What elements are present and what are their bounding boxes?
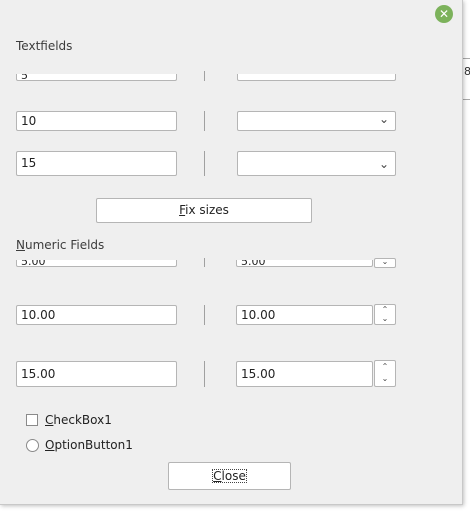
background-document-text: 8	[464, 65, 470, 78]
option-button-1[interactable]	[26, 439, 39, 452]
chevron-down-icon[interactable]: ⌄	[379, 112, 389, 128]
combo-box-1[interactable]: ⌄	[237, 74, 396, 81]
spin-up-icon[interactable]: ⌃	[375, 305, 395, 314]
spin-down-icon[interactable]: ⌄	[382, 257, 389, 266]
numeric-fields-title-rest: umeric Fields	[24, 238, 105, 252]
option-button-1-label[interactable]: OptionButton1	[45, 438, 133, 452]
close-button[interactable]: Close	[168, 462, 291, 490]
spin-field-3[interactable]: 15.00	[236, 361, 373, 387]
dialog-window: ✕ Textfields 5 ⌄ 10 ⌄ 15 ⌄ Fix sizes Num…	[0, 0, 463, 505]
chevron-down-icon[interactable]: ⌄	[379, 153, 389, 175]
spin-button-1[interactable]: ⌄	[374, 258, 396, 268]
formatted-field-1[interactable]: 5.00	[16, 260, 177, 267]
spin-button-2[interactable]: ⌃ ⌄	[374, 304, 396, 325]
close-button-focus: Close	[212, 469, 247, 483]
textfields-title: Textfields	[16, 39, 73, 53]
fix-sizes-button[interactable]: Fix sizes	[96, 198, 312, 223]
separator	[204, 361, 205, 387]
spin-up-icon[interactable]: ⌃	[375, 361, 395, 373]
checkbox-1[interactable]	[26, 414, 38, 426]
text-field-3[interactable]: 15	[16, 151, 177, 176]
spin-down-icon[interactable]: ⌄	[375, 314, 395, 323]
close-button-mnemonic: C	[213, 469, 222, 483]
spin-button-3[interactable]: ⌃ ⌄	[374, 360, 396, 387]
formatted-field-3[interactable]: 15.00	[16, 361, 177, 387]
background-document-fragment: 8	[462, 58, 470, 100]
close-button-label: lose	[221, 469, 246, 483]
spin-field-1[interactable]: 5.00	[236, 260, 373, 267]
separator	[204, 258, 205, 267]
combo-box-2[interactable]: ⌄	[237, 111, 396, 131]
checkbox-1-label-rest: heckBox1	[53, 413, 112, 427]
fix-sizes-label: ix sizes	[185, 203, 229, 217]
spin-down-icon[interactable]: ⌄	[375, 373, 395, 385]
close-icon[interactable]: ✕	[435, 5, 453, 23]
spin-field-2[interactable]: 10.00	[236, 305, 373, 325]
combo-box-3[interactable]: ⌄	[237, 151, 396, 176]
numeric-fields-title: Numeric Fields	[16, 238, 104, 252]
text-field-2[interactable]: 10	[16, 111, 177, 131]
option-button-1-label-rest: ptionButton1	[54, 438, 133, 452]
formatted-field-2[interactable]: 10.00	[16, 305, 177, 325]
separator	[204, 151, 205, 176]
separator	[204, 305, 205, 325]
separator	[204, 111, 205, 131]
numeric-fields-mnemonic: N	[16, 238, 25, 252]
separator	[204, 71, 205, 81]
checkbox-1-label[interactable]: CheckBox1	[45, 413, 112, 427]
text-field-1[interactable]: 5	[16, 74, 177, 81]
